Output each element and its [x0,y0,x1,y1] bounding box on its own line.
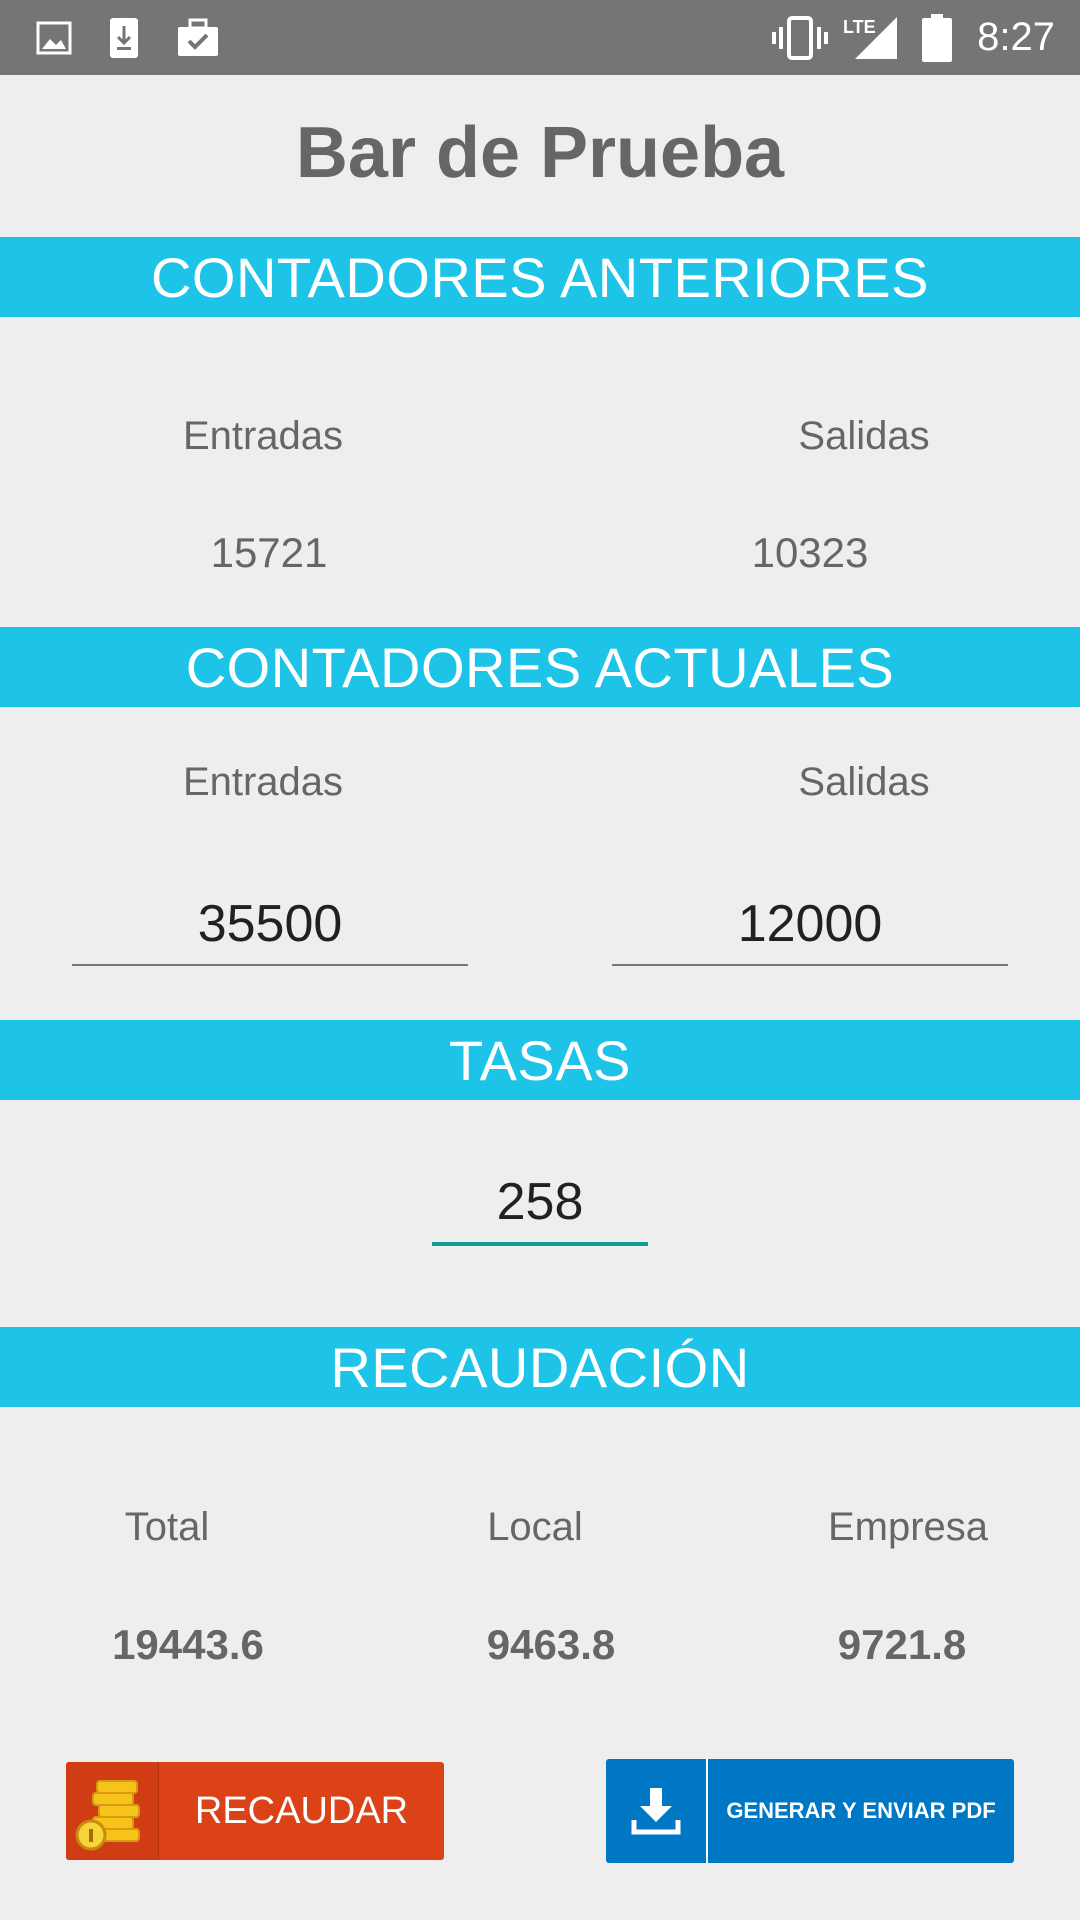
generar-pdf-button-label: GENERAR Y ENVIAR PDF [726,1798,996,1823]
anteriores-salidas-value: 10323 [751,529,869,576]
section-header-recaudacion: RECAUDACIÓN [0,1327,1080,1407]
tasas-input[interactable]: 258 [432,1162,648,1246]
actuales-salidas-label: Salidas [798,760,930,804]
anteriores-salidas-label: Salidas [798,414,930,458]
section-header-actuales: CONTADORES ACTUALES [0,627,1080,707]
generar-pdf-button[interactable]: GENERAR Y ENVIAR PDF [606,1759,1014,1863]
actuales-entradas-label: Entradas [182,760,344,804]
download-icon [606,1759,708,1863]
app-title: Bar de Prueba [295,113,785,193]
anteriores-entradas-label: Entradas [182,414,344,458]
actuales-salidas-input[interactable]: 12000 [612,884,1008,966]
section-header-anteriores: CONTADORES ANTERIORES [0,237,1080,317]
coins-icon [66,1762,159,1860]
recaudar-button-label: RECAUDAR [194,1789,409,1832]
actuales-entradas-input[interactable]: 35500 [72,884,468,966]
status-time: 8:27 [977,15,1055,59]
network-type-label: LTE [843,17,876,37]
image-icon [36,0,72,75]
battery-icon [922,0,952,75]
vibrate-icon [772,0,828,75]
recaudacion-empresa-value: 9721.8 [837,1621,967,1668]
recaudacion-total-value: 19443.6 [112,1621,264,1668]
section-header-tasas: TASAS [0,1020,1080,1100]
anteriores-entradas-value: 15721 [210,529,328,576]
recaudacion-local-value: 9463.8 [486,1621,616,1668]
recaudacion-local-label: Local [487,1505,583,1549]
recaudacion-total-label: Total [124,1505,210,1549]
status-bar: LTE 8:27 [0,0,1080,75]
recaudar-button[interactable]: RECAUDAR [66,1762,444,1860]
briefcase-check-icon [176,0,220,75]
download-icon [108,0,140,75]
recaudacion-empresa-label: Empresa [827,1505,989,1549]
